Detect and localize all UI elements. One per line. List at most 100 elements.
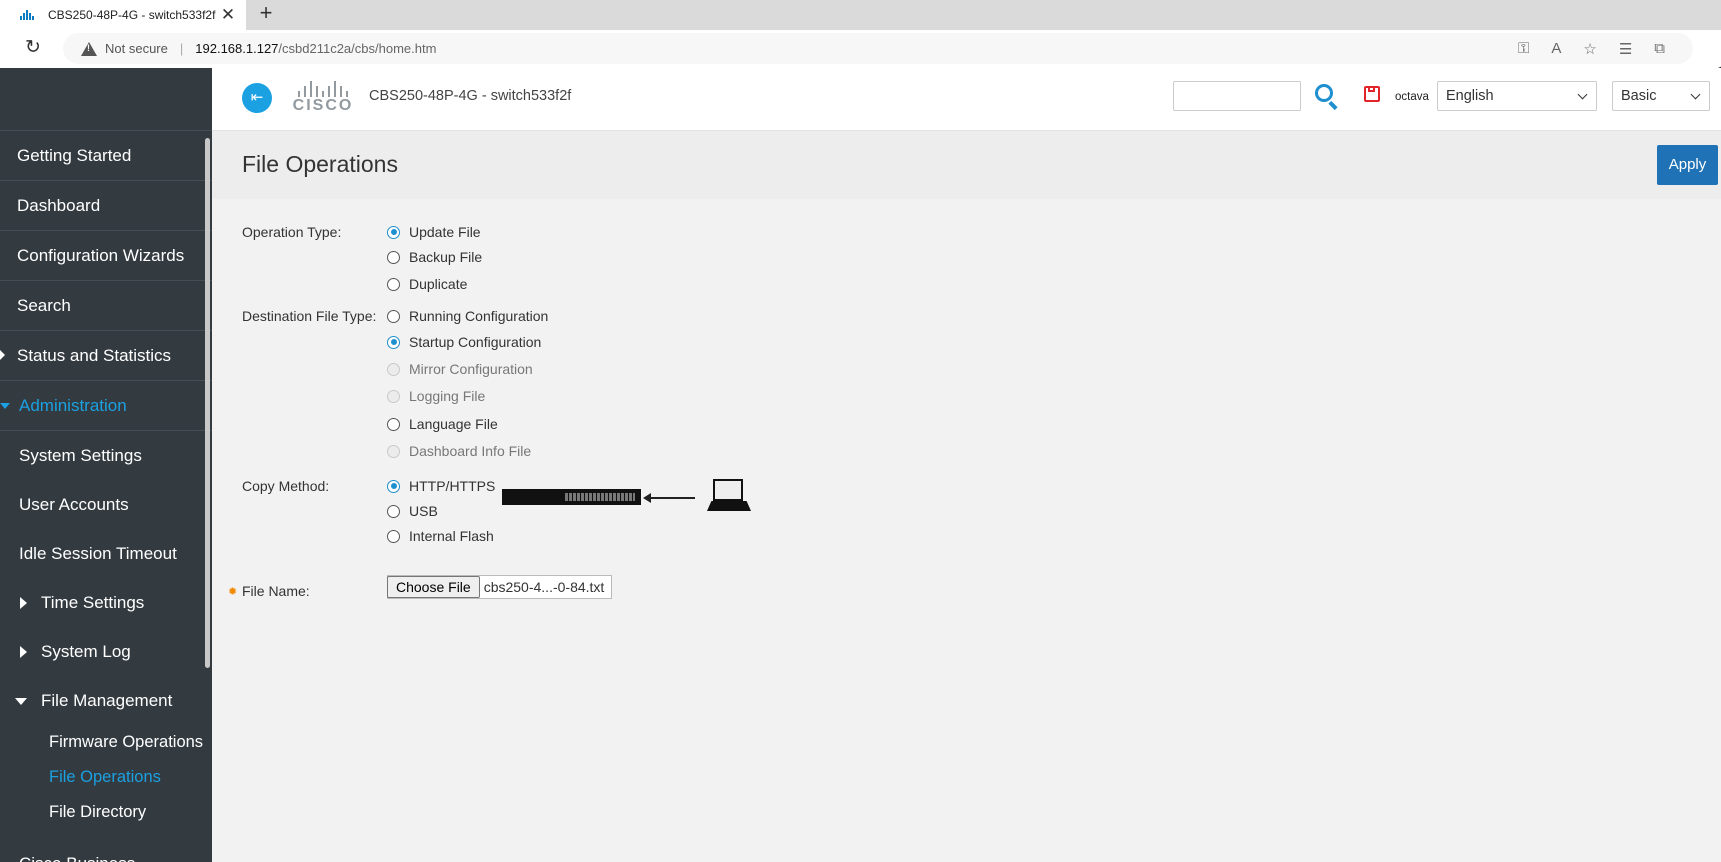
radio-icon: [387, 362, 400, 376]
url-separator: |: [179, 41, 184, 56]
radio-label: Internal Flash: [409, 528, 494, 544]
sidebar-item-system-settings[interactable]: System Settings: [0, 431, 212, 480]
address-bar: ↻ Not secure | 192.168.1.127/csbd211c2a/…: [0, 30, 1721, 92]
radio-icon: [387, 250, 400, 264]
mode-value: Basic: [1621, 88, 1657, 104]
radio-backup-file[interactable]: Backup File: [387, 249, 482, 265]
file-name-input[interactable]: Choose File cbs250-4...-0-84.txt: [387, 575, 613, 599]
sidebar-item-status-and-statistics[interactable]: Status and Statistics: [0, 331, 212, 381]
radio-duplicate[interactable]: Duplicate: [387, 276, 467, 292]
operation-type-label: Operation Type:: [242, 224, 342, 240]
sidebar-item-user-accounts[interactable]: User Accounts: [0, 480, 212, 529]
radio-icon: [387, 529, 400, 543]
radio-update-file[interactable]: Update File: [387, 224, 481, 240]
url-path: /csbd211c2a/cbs/home.htm: [278, 41, 437, 56]
radio-label: HTTP/HTTPS: [409, 478, 496, 494]
sidebar-item-file-operations[interactable]: File Operations: [0, 760, 212, 795]
collapse-icon[interactable]: ⇤: [242, 83, 272, 113]
logo-text: CISCO: [292, 97, 354, 114]
sidebar-item-file-management[interactable]: File Management: [0, 676, 212, 725]
url-field[interactable]: Not secure | 192.168.1.127/csbd211c2a/cb…: [63, 33, 1693, 64]
chevron-down-icon: [1690, 89, 1701, 100]
sidebar-item-cisco-business[interactable]: Cisco Business: [0, 830, 212, 862]
save-icon[interactable]: [1364, 86, 1380, 102]
required-icon: ✹: [228, 586, 238, 598]
device-title: CBS250-48P-4G - switch533f2f: [369, 88, 572, 104]
radio-internal-flash[interactable]: Internal Flash: [387, 528, 494, 544]
radio-running-configuration[interactable]: Running Configuration: [387, 308, 548, 324]
file-name-label: File Name:: [242, 583, 310, 599]
tab-title: CBS250-48P-4G - switch533f2f: [48, 8, 216, 22]
language-select[interactable]: English: [1437, 81, 1597, 111]
radio-startup-configuration[interactable]: Startup Configuration: [387, 334, 541, 350]
chevron-down-icon: [1577, 89, 1588, 100]
radio-http-https[interactable]: HTTP/HTTPS: [387, 478, 495, 494]
sidebar-item-time-settings[interactable]: Time Settings: [0, 578, 212, 627]
chosen-file-name: cbs250-4...-0-84.txt: [483, 579, 605, 595]
sidebar-item-search[interactable]: Search: [0, 281, 212, 331]
radio-icon: [387, 335, 400, 349]
add-favorite-icon[interactable]: ☆: [1583, 40, 1596, 58]
radio-logging-file: Logging File: [387, 388, 485, 404]
url-host: 192.168.1.127: [195, 41, 279, 56]
sidebar-item-dashboard[interactable]: Dashboard: [0, 181, 212, 231]
radio-usb[interactable]: USB: [387, 503, 438, 519]
radio-icon: [387, 309, 400, 323]
warning-icon: [81, 41, 97, 56]
sidebar-item-configuration-wizards[interactable]: Configuration Wizards: [0, 231, 212, 281]
radio-label: Startup Configuration: [409, 334, 542, 350]
search-input[interactable]: [1173, 81, 1301, 111]
file-operations-form: Operation Type: Update File Backup File …: [212, 199, 1721, 862]
browser-tab-bar: CBS250-48P-4G - switch533f2f ✕ +: [0, 0, 1721, 30]
radio-label: Logging File: [409, 388, 486, 404]
choose-file-button[interactable]: Choose File: [387, 576, 480, 598]
expand-arrow-icon: [20, 646, 27, 658]
radio-label: Dashboard Info File: [409, 443, 532, 459]
radio-label: Language File: [409, 416, 498, 432]
sidebar: Getting Started Dashboard Configuration …: [0, 68, 212, 862]
expand-arrow-icon: [20, 597, 27, 609]
switch-icon: [502, 489, 641, 505]
sidebar-item-system-log[interactable]: System Log: [0, 627, 212, 676]
page-title-bar: File Operations Apply: [212, 131, 1721, 199]
read-aloud-icon[interactable]: A: [1551, 40, 1561, 57]
key-icon[interactable]: ⚿: [1518, 40, 1529, 57]
apply-button[interactable]: Apply: [1657, 145, 1718, 185]
radio-label: Backup File: [409, 249, 483, 265]
app-header: ⇤ CISCO CBS250-48P-4G - switch533f2f oct…: [212, 68, 1721, 131]
laptop-icon: [707, 479, 751, 515]
sidebar-item-label: Time Settings: [41, 592, 145, 612]
mode-select[interactable]: Basic: [1612, 81, 1710, 111]
browser-tab[interactable]: CBS250-48P-4G - switch533f2f ✕: [0, 0, 246, 30]
username: octava: [1395, 91, 1429, 103]
close-tab-icon[interactable]: ✕: [218, 5, 238, 25]
reload-icon[interactable]: ↻: [22, 37, 44, 59]
radio-icon: [387, 504, 400, 518]
browser-toolbar: ⚿ A ☆ ☰ ⧉: [1518, 33, 1665, 64]
sidebar-item-file-directory[interactable]: File Directory: [0, 795, 212, 830]
sidebar-item-firmware-operations[interactable]: Firmware Operations: [0, 725, 212, 760]
radio-language-file[interactable]: Language File: [387, 416, 498, 432]
cisco-favicon-icon: [20, 10, 38, 20]
collections-icon[interactable]: ⧉: [1654, 40, 1665, 57]
sidebar-item-label: File Management: [41, 690, 173, 710]
sidebar-item-idle-session-timeout[interactable]: Idle Session Timeout: [0, 529, 212, 578]
sidebar-item-getting-started[interactable]: Getting Started: [0, 131, 212, 181]
page-title: File Operations: [242, 151, 398, 177]
radio-mirror-configuration: Mirror Configuration: [387, 361, 533, 377]
radio-label: Update File: [409, 224, 481, 240]
search-icon[interactable]: [1315, 84, 1333, 102]
sidebar-top: [0, 68, 212, 131]
radio-icon: [387, 277, 400, 291]
radio-icon: [387, 479, 400, 493]
copy-method-label: Copy Method:: [242, 478, 330, 494]
favorites-icon[interactable]: ☰: [1619, 40, 1632, 58]
radio-icon: [387, 417, 400, 431]
sidebar-scrollbar[interactable]: [205, 138, 210, 668]
sidebar-item-label: System Log: [41, 641, 131, 661]
copy-method-diagram: [502, 479, 762, 519]
collapse-arrow-icon: [15, 698, 27, 705]
sidebar-item-administration[interactable]: Administration: [0, 381, 212, 431]
language-value: English: [1446, 88, 1494, 104]
new-tab-icon[interactable]: +: [254, 2, 278, 26]
